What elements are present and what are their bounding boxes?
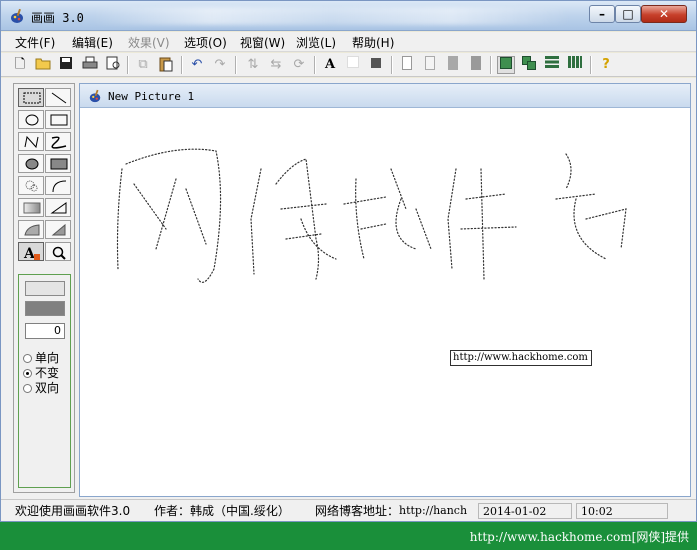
radio-dot bbox=[23, 369, 32, 378]
menu-window[interactable]: 视窗(W) bbox=[240, 34, 285, 51]
dark-swatch[interactable] bbox=[25, 301, 65, 316]
toolbar-separator bbox=[391, 56, 393, 74]
gray-page-2-icon[interactable] bbox=[467, 56, 485, 74]
redo-icon[interactable]: ↷ bbox=[211, 56, 229, 74]
new-file-icon[interactable]: 🗋 bbox=[11, 56, 29, 74]
toolbar-separator bbox=[127, 56, 129, 74]
document-title: New Picture 1 bbox=[108, 90, 195, 103]
maximize-button[interactable]: □ bbox=[615, 5, 641, 23]
white-box-icon[interactable] bbox=[344, 56, 362, 74]
help-icon[interactable]: ? bbox=[597, 56, 615, 74]
rect-select-icon[interactable] bbox=[18, 88, 44, 107]
status-blog-label: 网络博客地址： bbox=[315, 504, 399, 518]
toolbar-separator bbox=[314, 56, 316, 74]
layout-columns-icon[interactable] bbox=[566, 56, 584, 74]
layout-cascade-icon[interactable] bbox=[520, 56, 538, 74]
radio-two-way[interactable]: 双向 bbox=[23, 379, 59, 396]
filled-ellipse-icon[interactable] bbox=[18, 154, 44, 173]
radio-dot bbox=[23, 354, 32, 363]
wedge-icon[interactable] bbox=[18, 220, 44, 239]
text-tool-icon[interactable]: A bbox=[18, 242, 44, 261]
menu-file[interactable]: 文件(F) bbox=[15, 34, 55, 51]
print-preview-icon[interactable] bbox=[104, 56, 122, 74]
footer-text: http://www.hackhome.com[网侠]提供 bbox=[469, 530, 689, 544]
app-window: 画画 3.0 – □ ✕ 文件(F) 编辑(E) 效果(V) 选项(O) 视窗(… bbox=[0, 0, 697, 522]
document-window: New Picture 1 http://www.hackhome.com bbox=[79, 83, 691, 497]
window-title: 画画 3.0 bbox=[31, 11, 84, 25]
document-title-bar[interactable]: New Picture 1 bbox=[80, 84, 690, 108]
close-button[interactable]: ✕ bbox=[641, 5, 687, 23]
rectangle-icon[interactable] bbox=[45, 110, 71, 129]
curve-icon[interactable] bbox=[45, 132, 71, 151]
minimize-button[interactable]: – bbox=[589, 5, 615, 23]
gradient-rect-icon[interactable] bbox=[18, 198, 44, 217]
title-bar-glare bbox=[91, 7, 571, 25]
handwriting-drawing bbox=[116, 148, 627, 283]
drawing-canvas[interactable]: http://www.hackhome.com bbox=[86, 109, 684, 493]
status-blog-url: http://hanch bbox=[399, 504, 468, 517]
minimize-icon: – bbox=[599, 7, 605, 21]
arc-icon[interactable] bbox=[45, 176, 71, 195]
text-icon[interactable]: A bbox=[321, 56, 339, 74]
spray-icon[interactable] bbox=[18, 176, 44, 195]
radio-label: 双向 bbox=[35, 381, 60, 395]
close-icon: ✕ bbox=[658, 7, 670, 21]
menu-browse[interactable]: 浏览(L) bbox=[296, 34, 336, 51]
page-icon[interactable] bbox=[398, 56, 416, 74]
copy-icon[interactable]: ⧉ bbox=[134, 56, 152, 74]
maximize-icon: □ bbox=[622, 7, 634, 21]
radio-dot bbox=[23, 384, 32, 393]
triangle-icon[interactable] bbox=[45, 198, 71, 217]
layout-single-icon[interactable] bbox=[497, 56, 515, 74]
gray-page-icon[interactable] bbox=[444, 56, 462, 74]
rotate-icon[interactable]: ⟳ bbox=[290, 56, 308, 74]
app-logo-icon bbox=[11, 8, 23, 23]
gradient-fill-icon[interactable] bbox=[45, 220, 71, 239]
open-folder-icon[interactable] bbox=[34, 56, 52, 74]
light-swatch[interactable] bbox=[25, 281, 65, 296]
zoom-icon[interactable] bbox=[45, 242, 71, 261]
title-bar[interactable]: 画画 3.0 – □ ✕ bbox=[1, 1, 696, 31]
menu-edit[interactable]: 编辑(E) bbox=[72, 34, 113, 51]
menu-options[interactable]: 选项(O) bbox=[184, 34, 227, 51]
ellipse-icon[interactable] bbox=[18, 110, 44, 129]
save-icon[interactable] bbox=[57, 56, 75, 74]
size-input[interactable]: 0 bbox=[25, 323, 65, 339]
toolbar-separator bbox=[490, 56, 492, 74]
flip-horizontal-icon[interactable]: ⇆ bbox=[267, 56, 285, 74]
status-bar: 欢迎使用画画软件3.0 作者：韩成（中国.绥化） 网络博客地址： http://… bbox=[1, 499, 696, 521]
radio-label: 单向 bbox=[35, 351, 60, 365]
status-welcome: 欢迎使用画画软件3.0 bbox=[15, 504, 131, 518]
flip-vertical-icon[interactable]: ⇅ bbox=[244, 56, 262, 74]
url-text-box[interactable]: http://www.hackhome.com bbox=[450, 350, 592, 366]
status-time: 10:02 bbox=[576, 503, 668, 519]
tool-panel: A 0 单向 不变 双向 bbox=[13, 83, 75, 493]
menu-bar: 文件(F) 编辑(E) 效果(V) 选项(O) 视窗(W) 浏览(L) 帮助(H… bbox=[1, 32, 696, 52]
radio-label: 不变 bbox=[35, 366, 60, 380]
menu-effects[interactable]: 效果(V) bbox=[128, 34, 170, 51]
print-icon[interactable] bbox=[81, 56, 99, 74]
status-date: 2014-01-02 bbox=[478, 503, 572, 519]
black-box-icon[interactable] bbox=[367, 56, 385, 74]
page-outline-icon[interactable] bbox=[421, 56, 439, 74]
tool-options-panel: 0 单向 不变 双向 bbox=[18, 274, 71, 488]
paste-icon[interactable] bbox=[157, 56, 175, 74]
layout-rows-icon[interactable] bbox=[543, 56, 561, 74]
toolbar-separator bbox=[590, 56, 592, 74]
polyline-icon[interactable] bbox=[18, 132, 44, 151]
status-author: 作者：韩成（中国.绥化） bbox=[154, 504, 290, 518]
menu-help[interactable]: 帮助(H) bbox=[352, 34, 394, 51]
toolbar-separator bbox=[181, 56, 183, 74]
footer-banner: http://www.hackhome.com[网侠]提供 bbox=[0, 522, 697, 550]
line-icon[interactable] bbox=[45, 88, 71, 107]
filled-rectangle-icon[interactable] bbox=[45, 154, 71, 173]
undo-icon[interactable]: ↶ bbox=[188, 56, 206, 74]
toolbar: 🗋 ⧉ ↶ ↷ ⇅ ⇆ ⟳ A ? bbox=[1, 53, 696, 77]
toolbar-separator bbox=[235, 56, 237, 74]
document-icon bbox=[89, 89, 101, 103]
